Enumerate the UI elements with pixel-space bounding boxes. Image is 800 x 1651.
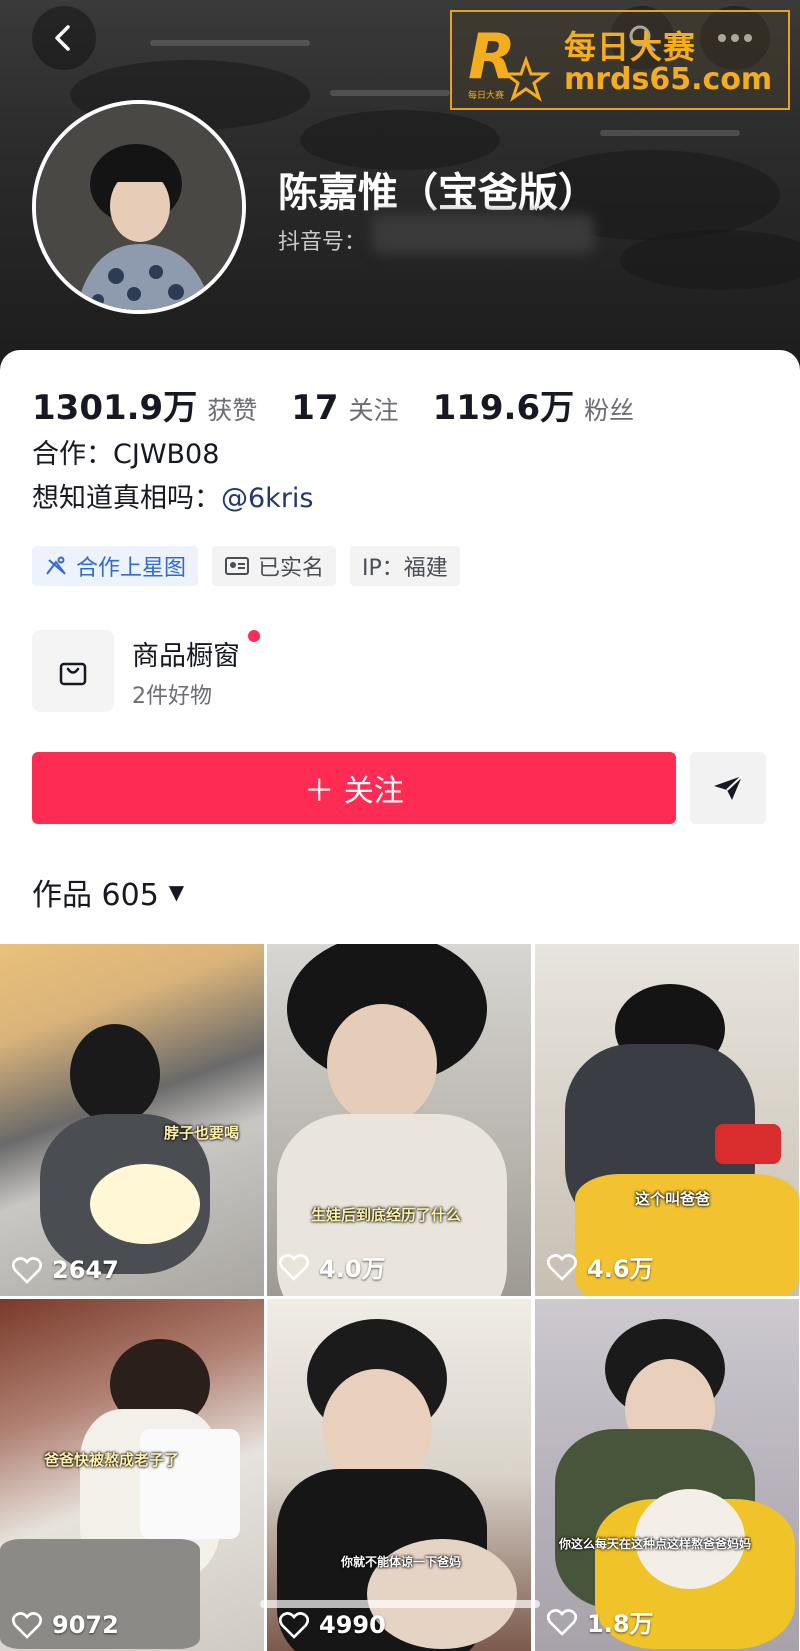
- likes-count: 9072: [52, 1611, 119, 1639]
- watermark-logo: R 每日大赛: [468, 20, 551, 102]
- video-likes: 2647: [12, 1256, 119, 1284]
- likes-label: 获赞: [207, 396, 258, 425]
- tag-ip-location: IP：福建: [350, 546, 460, 586]
- background-wave: [150, 40, 310, 46]
- following-count[interactable]: 17: [291, 388, 338, 428]
- shop-window-entry[interactable]: 商品橱窗 2件好物: [32, 630, 772, 714]
- bio-mention-link[interactable]: @6kris: [221, 483, 313, 514]
- video-likes: 4990: [279, 1611, 386, 1639]
- video-caption: 爸爸快被熬成老子了: [44, 1451, 180, 1469]
- likes-count: 1301.9万: [32, 388, 198, 428]
- video-tile[interactable]: 这个叫爸爸 4.6万: [535, 944, 799, 1296]
- heart-icon: [547, 1253, 577, 1281]
- profile-header: R 每日大赛 每日大赛 mrds65.com 陈嘉惟（宝爸版） 抖音号：: [0, 0, 800, 380]
- video-thumbnail-appliance: [140, 1429, 240, 1539]
- video-tile[interactable]: 你这么每天在这种点这样熬爸爸妈妈 1.8万: [535, 1299, 799, 1651]
- video-thumbnail-figure: [70, 1024, 160, 1124]
- shop-subtitle: 2件好物: [132, 684, 212, 709]
- shopping-bag-icon: [59, 662, 87, 686]
- video-tile[interactable]: 生娃后到底经历了什么 4.0万: [267, 944, 531, 1296]
- video-tile[interactable]: 你就不能体谅一下爸妈 4990: [267, 1299, 531, 1651]
- avatar-photo: [36, 104, 242, 310]
- video-likes: 9072: [12, 1611, 119, 1639]
- followers-count[interactable]: 119.6万: [433, 380, 575, 429]
- heart-icon: [12, 1612, 42, 1639]
- likes-count: 2647: [52, 1256, 119, 1284]
- bio-line-cooperation: 合作：CJWB08: [32, 439, 220, 470]
- bio-prefix: 想知道真相吗：: [32, 483, 221, 514]
- video-likes: 4.0万: [279, 1249, 386, 1284]
- video-caption: 生娃后到底经历了什么: [311, 1206, 462, 1224]
- profile-tags: 合作上星图 已实名 IP：福建: [32, 546, 460, 586]
- video-thumbnail-face: [327, 1004, 437, 1124]
- home-indicator-bar[interactable]: [260, 1600, 540, 1608]
- notification-dot: [248, 630, 260, 642]
- tag-label: IP：福建: [362, 556, 448, 581]
- heart-icon: [279, 1253, 309, 1281]
- background-rock: [620, 230, 800, 290]
- bio-line-truth: 想知道真相吗：@6kris: [32, 476, 313, 515]
- video-caption: 你就不能体谅一下爸妈: [341, 1555, 462, 1569]
- chevron-left-icon: [55, 25, 70, 51]
- video-thumbnail-baby: [90, 1164, 200, 1244]
- likes-count: 4.0万: [319, 1255, 386, 1283]
- tab-works[interactable]: 作品 605 ▼: [32, 870, 184, 914]
- watermark-url: mrds65.com: [564, 62, 773, 97]
- shop-icon-box: [32, 630, 114, 712]
- star-map-icon: [46, 556, 66, 575]
- watermark-overlay: R 每日大赛 每日大赛 mrds65.com: [450, 10, 790, 110]
- video-caption: 脖子也要喝: [164, 1124, 240, 1142]
- svg-text:每日大赛: 每日大赛: [468, 89, 504, 101]
- video-likes: 4.6万: [547, 1249, 654, 1284]
- svg-text:R: R: [468, 20, 516, 93]
- profile-stats: 1301.9万 获赞 17 关注 119.6万 粉丝: [32, 380, 668, 429]
- tag-verified-name[interactable]: 已实名: [212, 546, 337, 586]
- video-likes: 1.8万: [547, 1604, 654, 1639]
- video-caption: 这个叫爸爸: [635, 1190, 711, 1208]
- dropdown-triangle-icon: ▼: [168, 880, 185, 904]
- tag-label: 已实名: [258, 556, 325, 581]
- send-icon: [714, 775, 743, 800]
- douyin-id-label: 抖音号：: [278, 230, 367, 255]
- back-button[interactable]: [32, 6, 96, 70]
- id-card-icon: [225, 557, 250, 575]
- followers-label[interactable]: 粉丝: [584, 391, 634, 427]
- avatar[interactable]: [32, 100, 246, 314]
- heart-icon: [547, 1608, 577, 1636]
- background-wave: [600, 130, 740, 136]
- profile-nickname: 陈嘉惟（宝爸版）: [278, 170, 598, 216]
- video-caption: 你这么每天在这种点这样熬爸爸妈妈: [559, 1537, 752, 1551]
- video-tile[interactable]: 脖子也要喝 2647: [0, 944, 264, 1296]
- video-tile[interactable]: 爸爸快被熬成老子了 9072: [0, 1299, 264, 1651]
- works-tab-label: 作品 605: [32, 878, 159, 913]
- likes-count: 4990: [319, 1611, 386, 1639]
- heart-icon: [12, 1257, 42, 1284]
- douyin-id-redacted: [372, 214, 594, 254]
- follow-button[interactable]: ＋ 关注: [32, 752, 676, 824]
- shop-title: 商品橱窗: [132, 641, 240, 672]
- video-thumbnail-phone: [715, 1124, 781, 1164]
- background-wave: [330, 90, 450, 96]
- heart-icon: [279, 1612, 309, 1639]
- tag-star-map[interactable]: 合作上星图: [32, 546, 199, 586]
- likes-count: 1.8万: [587, 1610, 654, 1638]
- share-button[interactable]: [690, 752, 766, 824]
- likes-count: 4.6万: [587, 1255, 654, 1283]
- following-label[interactable]: 关注: [349, 391, 399, 427]
- tag-label: 合作上星图: [76, 556, 187, 581]
